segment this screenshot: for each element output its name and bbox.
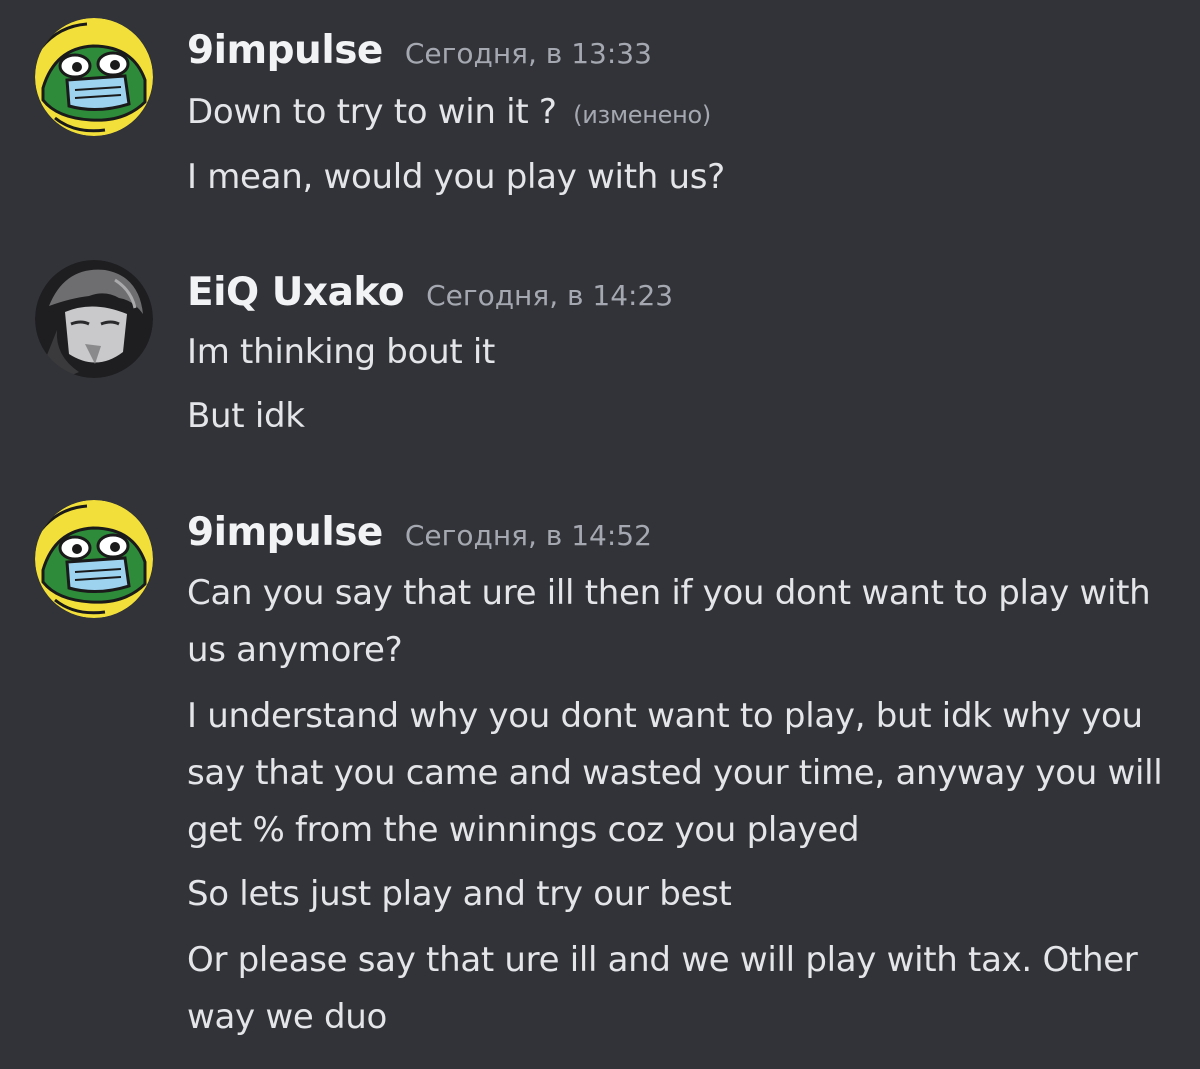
message-text: So lets just play and try our best <box>187 866 1177 923</box>
message-header: EiQ Uxako Сегодня, в 14:23 <box>187 270 673 315</box>
timestamp[interactable]: Сегодня, в 14:52 <box>405 519 652 552</box>
message-header: 9impulse Сегодня, в 13:33 <box>187 28 652 73</box>
frog-avatar-icon <box>35 500 153 618</box>
message-text: Or please say that ure ill and we will p… <box>187 932 1177 1046</box>
message-text: Im thinking bout it <box>187 324 1177 381</box>
message-text: But idk <box>187 388 1177 445</box>
message-text: Can you say that ure ill then if you don… <box>187 565 1177 679</box>
frog-avatar-icon <box>35 18 153 136</box>
username[interactable]: EiQ Uxako <box>187 270 405 315</box>
timestamp[interactable]: Сегодня, в 14:23 <box>426 279 673 312</box>
message-text: I understand why you dont want to play, … <box>187 688 1177 859</box>
message-text: Down to try to win it ? (изменено) <box>187 84 1177 144</box>
message-text: I mean, would you play with us? <box>187 149 1177 206</box>
message-content: So lets just play and try our best <box>187 874 732 914</box>
message-content: Or please say that ure ill and we will p… <box>187 940 1138 1037</box>
grayscale-portrait-avatar-icon <box>35 260 153 378</box>
message-header: 9impulse Сегодня, в 14:52 <box>187 510 652 555</box>
chat-messages: 9impulse Сегодня, в 13:33 Down to try to … <box>0 0 1200 1069</box>
timestamp[interactable]: Сегодня, в 13:33 <box>405 37 652 70</box>
username[interactable]: 9impulse <box>187 510 383 555</box>
message-content: Im thinking bout it <box>187 332 496 372</box>
message-content: I understand why you dont want to play, … <box>187 696 1163 850</box>
avatar[interactable] <box>35 500 153 618</box>
avatar[interactable] <box>35 260 153 378</box>
message-content: Down to try to win it ? <box>187 92 557 132</box>
avatar[interactable] <box>35 18 153 136</box>
edited-label: (изменено) <box>573 101 711 129</box>
message-content: Can you say that ure ill then if you don… <box>187 573 1151 670</box>
message-content: But idk <box>187 396 305 436</box>
message-content: I mean, would you play with us? <box>187 157 725 197</box>
username[interactable]: 9impulse <box>187 28 383 73</box>
